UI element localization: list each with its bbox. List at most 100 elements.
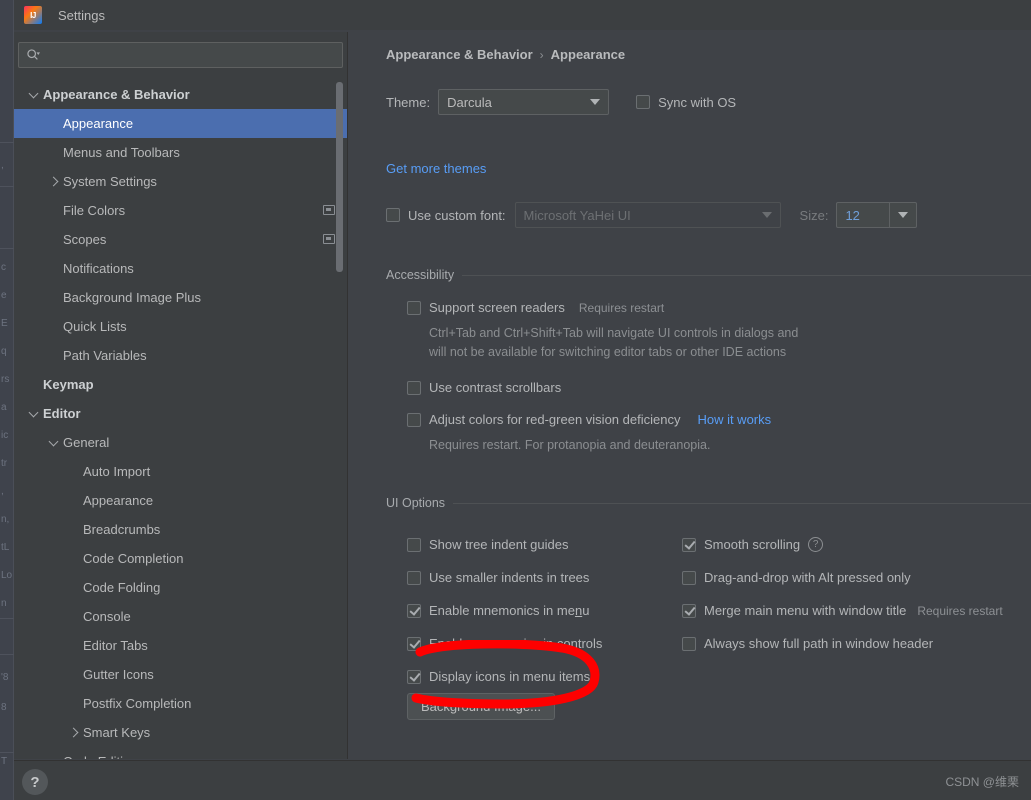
ui-option-label[interactable]: Merge main menu with window title	[704, 603, 906, 618]
sidebar-item-scopes[interactable]: Scopes	[14, 225, 347, 254]
chevron-right-icon[interactable]	[48, 176, 60, 188]
settings-sidebar: Appearance & Behavior Appearance Menus and…	[14, 32, 347, 759]
sidebar-item-label: File Colors	[63, 203, 126, 218]
background-image-button[interactable]: Background Image...	[407, 693, 555, 720]
sync-with-os-label[interactable]: Sync with OS	[658, 95, 736, 110]
chevron-down-icon[interactable]	[889, 203, 916, 227]
ui-option-label[interactable]: Display icons in menu items	[429, 669, 590, 684]
sidebar-item-appearance[interactable]: Appearance	[14, 109, 347, 138]
settings-badge-icon	[323, 234, 335, 244]
accessibility-section-header: Accessibility	[386, 268, 1031, 282]
breadcrumb-parent[interactable]: Appearance & Behavior	[386, 47, 533, 62]
screen-readers-desc-line-1: Ctrl+Tab and Ctrl+Shift+Tab will navigat…	[429, 326, 799, 340]
background-image-button-wrap: Background Image...	[407, 693, 555, 720]
get-more-themes-link[interactable]: Get more themes	[386, 161, 486, 176]
ui-option-note: Requires restart	[917, 603, 1003, 618]
sidebar-item-background-image-plus[interactable]: Background Image Plus	[14, 283, 347, 312]
drag-and-drop-with-alt-pressed-only-checkbox[interactable]	[682, 570, 696, 585]
settings-search-box[interactable]	[18, 42, 343, 68]
sync-with-os-checkbox[interactable]	[636, 95, 651, 109]
sidebar-item-label: Gutter Icons	[83, 667, 154, 682]
font-size-spinner[interactable]: 12	[836, 202, 918, 228]
font-size-value[interactable]: 12	[837, 203, 889, 227]
ui-option-label[interactable]: Enable mnemonics in menu	[429, 603, 589, 618]
custom-font-dropdown[interactable]: Microsoft YaHei UI	[514, 202, 781, 228]
adjust-colors-checkbox[interactable]	[407, 412, 421, 427]
sidebar-item-label: Breadcrumbs	[83, 522, 161, 537]
search-input[interactable]	[40, 48, 342, 62]
window-title: Settings	[58, 7, 105, 23]
ui-option-label[interactable]: Drag-and-drop with Alt pressed only	[704, 570, 911, 585]
enable-mnemonics-in-controls-checkbox[interactable]	[407, 636, 421, 651]
sidebar-item-postfix-completion[interactable]: Postfix Completion	[14, 689, 347, 718]
merge-main-menu-with-window-title-checkbox[interactable]	[682, 603, 696, 618]
sidebar-item-quick-lists[interactable]: Quick Lists	[14, 312, 347, 341]
section-divider	[462, 274, 1031, 276]
sidebar-item-auto-import[interactable]: Auto Import	[14, 457, 347, 486]
support-screen-readers-description: Ctrl+Tab and Ctrl+Shift+Tab will navigat…	[429, 324, 798, 362]
ui-option-label[interactable]: Always show full path in window header	[704, 636, 933, 651]
sidebar-item-code-folding[interactable]: Code Folding	[14, 573, 347, 602]
use-custom-font-checkbox[interactable]	[386, 208, 400, 222]
enable-mnemonics-in-menu-checkbox[interactable]	[407, 603, 421, 618]
sidebar-item-smart-keys[interactable]: Smart Keys	[14, 718, 347, 747]
sidebar-item-label: Keymap	[43, 377, 94, 392]
support-screen-readers-checkbox[interactable]	[407, 300, 421, 315]
chevron-right-icon[interactable]	[68, 727, 80, 739]
sidebar-item-path-variables[interactable]: Path Variables	[14, 341, 347, 370]
sidebar-item-label: Appearance & Behavior	[43, 87, 190, 102]
sidebar-item-label: Background Image Plus	[63, 290, 202, 305]
sidebar-item-appearance-behavior[interactable]: Appearance & Behavior	[14, 80, 347, 109]
sidebar-item-editor-tabs[interactable]: Editor Tabs	[14, 631, 347, 660]
sidebar-item-gutter-icons[interactable]: Gutter Icons	[14, 660, 347, 689]
help-icon[interactable]: ?	[808, 537, 824, 552]
ui-option-label[interactable]: Smooth scrolling	[704, 537, 800, 552]
sidebar-item-label: Smart Keys	[83, 725, 151, 740]
sidebar-item-editor[interactable]: Editor	[14, 399, 347, 428]
sidebar-item-menus-and-toolbars[interactable]: Menus and Toolbars	[14, 138, 347, 167]
sidebar-item-general[interactable]: General	[14, 428, 347, 457]
sidebar-item-label: Scopes	[63, 232, 107, 247]
use-contrast-scrollbars-checkbox[interactable]	[407, 380, 421, 395]
sidebar-item-code-editing[interactable]: Code Editing	[14, 747, 347, 759]
breadcrumb: Appearance & Behavior › Appearance	[386, 47, 625, 62]
support-screen-readers-label[interactable]: Support screen readers	[429, 300, 565, 315]
ui-options-section-header: UI Options	[386, 496, 1031, 510]
display-icons-in-menu-items-checkbox[interactable]	[407, 669, 421, 684]
ui-option-label[interactable]: Show tree indent guides	[429, 537, 568, 552]
chevron-down-icon	[590, 99, 601, 105]
sidebar-item-label: Code Editing	[63, 754, 137, 759]
use-smaller-indents-in-trees-checkbox[interactable]	[407, 570, 421, 585]
use-contrast-scrollbars-label[interactable]: Use contrast scrollbars	[429, 380, 561, 395]
sidebar-item-label: Menus and Toolbars	[63, 145, 180, 160]
ui-option-label[interactable]: Enable mnemonics in controls	[429, 636, 602, 651]
sidebar-item-system-settings[interactable]: System Settings	[14, 167, 347, 196]
sidebar-item-keymap[interactable]: Keymap	[14, 370, 347, 399]
chevron-down-icon[interactable]	[48, 437, 60, 449]
chevron-down-icon	[761, 212, 772, 218]
always-show-full-path-in-window-header-checkbox[interactable]	[682, 636, 696, 651]
sidebar-item-breadcrumbs[interactable]: Breadcrumbs	[14, 515, 347, 544]
sidebar-item-label: Appearance	[63, 116, 134, 131]
sidebar-item-file-colors[interactable]: File Colors	[14, 196, 347, 225]
sidebar-item-label: System Settings	[63, 174, 157, 189]
ui-option-label[interactable]: Use smaller indents in trees	[429, 570, 589, 585]
chevron-down-icon[interactable]	[28, 89, 40, 101]
use-custom-font-label[interactable]: Use custom font:	[408, 208, 506, 223]
sidebar-scrollbar[interactable]	[336, 82, 343, 272]
adjust-colors-label[interactable]: Adjust colors for red-green vision defic…	[429, 412, 680, 427]
sidebar-item-notifications[interactable]: Notifications	[14, 254, 347, 283]
theme-dropdown[interactable]: Darcula	[438, 89, 610, 115]
screen-readers-desc-line-2: will not be available for switching edit…	[429, 345, 787, 359]
sidebar-item-appearance[interactable]: Appearance	[14, 486, 347, 515]
smooth-scrolling-checkbox[interactable]	[682, 537, 696, 552]
help-button[interactable]: ?	[22, 769, 48, 795]
sidebar-item-code-completion[interactable]: Code Completion	[14, 544, 347, 573]
sidebar-item-console[interactable]: Console	[14, 602, 347, 631]
settings-badge-icon	[323, 205, 335, 215]
how-it-works-link[interactable]: How it works	[697, 412, 771, 427]
chevron-down-icon[interactable]	[28, 408, 40, 420]
show-tree-indent-guides-checkbox[interactable]	[407, 537, 421, 552]
